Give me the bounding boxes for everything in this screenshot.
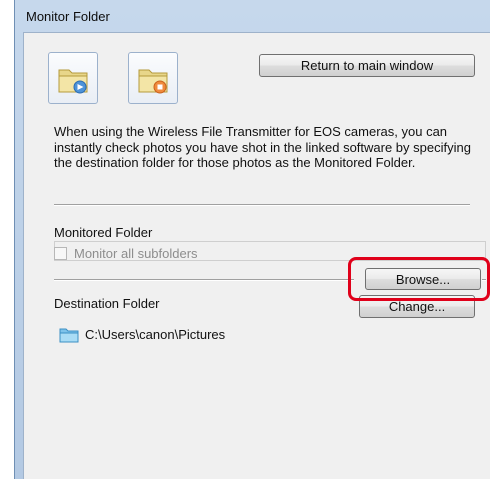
folder-icon — [59, 328, 79, 343]
monitor-folder-window: Monitor Folder Return to main window Whe… — [14, 0, 490, 479]
dialog-client-area: Return to main window When using the Wir… — [23, 32, 490, 479]
monitor-all-subfolders-label: Monitor all subfolders — [74, 246, 198, 261]
window-title: Monitor Folder — [26, 9, 110, 24]
destination-folder-label: Destination Folder — [54, 296, 160, 311]
destination-folder-path: C:\Users\canon\Pictures — [85, 327, 226, 342]
folder-start-icon — [58, 69, 88, 94]
start-monitoring-button[interactable] — [48, 52, 98, 104]
return-to-main-window-button[interactable]: Return to main window — [259, 54, 475, 77]
monitored-folder-label: Monitored Folder — [54, 225, 153, 240]
description-text: When using the Wireless File Transmitter… — [54, 124, 471, 170]
stop-monitoring-button[interactable] — [128, 52, 178, 104]
separator — [54, 279, 354, 281]
title-bar[interactable]: Monitor Folder — [15, 0, 490, 27]
monitor-all-subfolders-checkbox[interactable] — [54, 247, 67, 260]
folder-stop-icon — [138, 69, 168, 94]
separator — [54, 204, 470, 206]
browse-highlight-annotation — [348, 257, 490, 301]
